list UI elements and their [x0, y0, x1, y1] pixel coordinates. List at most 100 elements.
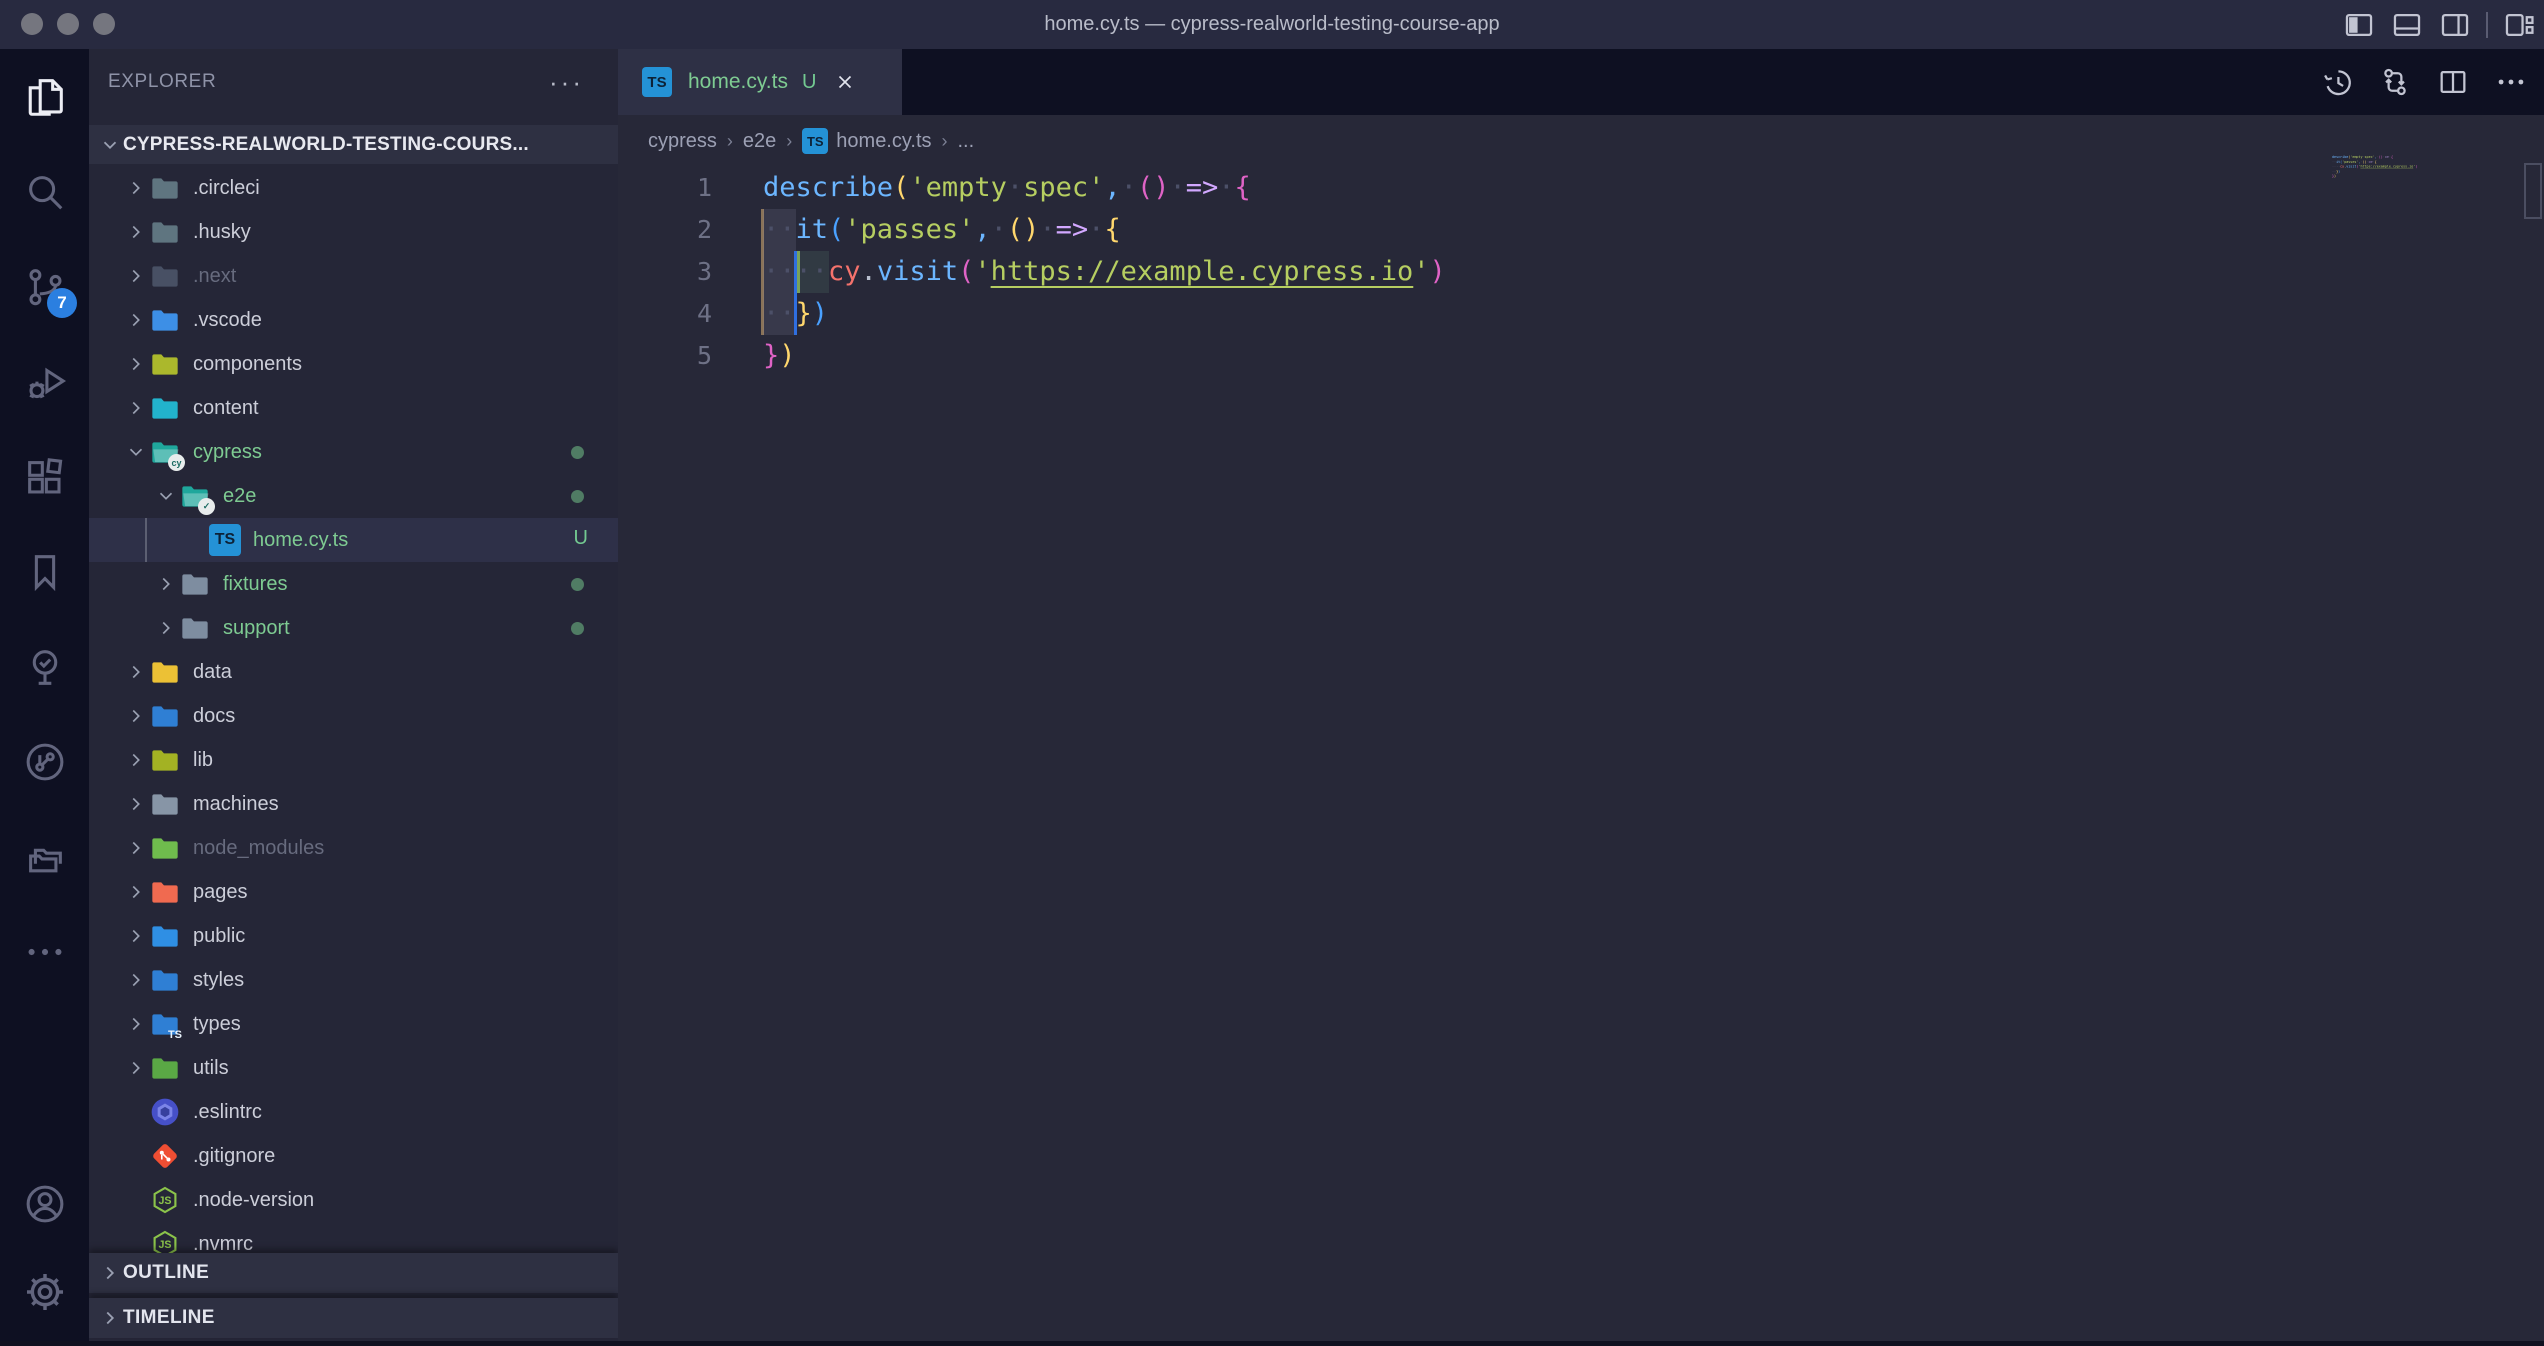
timeline-section-header[interactable]: TIMELINE — [89, 1298, 618, 1338]
tree-item-lib[interactable]: lib — [89, 738, 618, 782]
layout-customize-icon[interactable] — [2502, 8, 2536, 42]
breadcrumb-symbol[interactable]: ... — [958, 130, 975, 153]
chevron-right-icon[interactable] — [123, 307, 149, 333]
tree-item-data[interactable]: data — [89, 650, 618, 694]
tree-item-cypress[interactable]: cycypress — [89, 430, 618, 474]
more-actions-icon[interactable]: ··· — [549, 67, 584, 98]
chevron-right-icon — [97, 1305, 123, 1331]
minimap[interactable]: describe('empty·spec',·()·=>·{··it('pass… — [2332, 155, 2532, 235]
breadcrumb-folder[interactable]: cypress — [648, 130, 717, 153]
files-icon — [22, 74, 68, 120]
tree-item-node-version[interactable]: JS .node-version — [89, 1178, 618, 1222]
split-editor-icon[interactable] — [2436, 65, 2470, 99]
folder-icon — [149, 656, 181, 688]
tree-item-eslintrc[interactable]: .eslintrc — [89, 1090, 618, 1134]
more-actions-icon[interactable] — [2494, 65, 2528, 99]
activity-item-source-control[interactable]: 7 — [0, 239, 89, 334]
tree-item-node-modules[interactable]: node_modules — [89, 826, 618, 870]
code-editor[interactable]: 1describe('empty·spec',·()·=>·{2··it('pa… — [618, 167, 2544, 1346]
tree-item-components[interactable]: components — [89, 342, 618, 386]
activity-item-settings[interactable] — [0, 1248, 89, 1336]
history-icon[interactable] — [2320, 65, 2354, 99]
code-text: describe('empty·spec',·()·=>·{ — [712, 167, 1251, 209]
outline-section-header[interactable]: OUTLINE — [89, 1253, 618, 1293]
chevron-right-icon[interactable] — [123, 1055, 149, 1081]
activity-item-search[interactable] — [0, 144, 89, 239]
chevron-right-icon[interactable] — [123, 835, 149, 861]
window-controls — [21, 13, 115, 35]
tree-item-vscode[interactable]: .vscode — [89, 298, 618, 342]
activity-item-bookmarks[interactable] — [0, 524, 89, 619]
layout-panel-icon[interactable] — [2390, 8, 2424, 42]
chevron-right-icon[interactable] — [123, 923, 149, 949]
tree-item-home-cy-ts[interactable]: TShome.cy.tsU — [89, 518, 618, 562]
tree-item-support[interactable]: support — [89, 606, 618, 650]
chevron-right-icon[interactable] — [123, 395, 149, 421]
activity-item-run-and-debug[interactable] — [0, 334, 89, 429]
layout-secondary-sidebar-icon[interactable] — [2438, 8, 2472, 42]
timeline-label: TIMELINE — [123, 1307, 215, 1329]
tree-item-styles[interactable]: styles — [89, 958, 618, 1002]
tab-home-cy-ts[interactable]: TS home.cy.ts U — [618, 49, 902, 115]
chevron-right-icon[interactable] — [123, 967, 149, 993]
chevron-right-icon[interactable] — [123, 879, 149, 905]
chevron-right-icon[interactable] — [123, 1011, 149, 1037]
breadcrumb-folder[interactable]: e2e — [743, 130, 776, 153]
close-tab-icon[interactable] — [834, 71, 856, 93]
tree-item-pages[interactable]: pages — [89, 870, 618, 914]
folder-icon — [149, 744, 181, 776]
chevron-right-icon[interactable] — [153, 615, 179, 641]
tree-item-label: cypress — [193, 441, 262, 464]
tree-item-utils[interactable]: utils — [89, 1046, 618, 1090]
chevron-right-icon[interactable] — [123, 703, 149, 729]
tree-item-content[interactable]: content — [89, 386, 618, 430]
project-section-header[interactable]: CYPRESS-REALWORLD-TESTING-COURS... — [89, 125, 618, 164]
tree-item-public[interactable]: public — [89, 914, 618, 958]
git-modified-dot — [571, 446, 584, 459]
maximize-button[interactable] — [93, 13, 115, 35]
breadcrumb-file[interactable]: home.cy.ts — [836, 130, 931, 153]
tree-item-types[interactable]: TStypes — [89, 1002, 618, 1046]
activity-item-explorer[interactable] — [0, 49, 89, 144]
tree-item-e2e[interactable]: ✓e2e — [89, 474, 618, 518]
folder-icon — [149, 700, 181, 732]
compare-changes-icon[interactable] — [2378, 65, 2412, 99]
chevron-right-icon[interactable] — [123, 659, 149, 685]
activity-item-extensions[interactable] — [0, 429, 89, 524]
close-button[interactable] — [21, 13, 43, 35]
chevron-right-icon[interactable] — [123, 263, 149, 289]
activity-item-project-manager[interactable] — [0, 809, 89, 904]
svg-text:JS: JS — [158, 1195, 171, 1207]
chevron-right-icon[interactable] — [153, 571, 179, 597]
indent-guide — [145, 518, 147, 562]
tree-item-label: .gitignore — [193, 1145, 275, 1168]
tree-item-gitignore[interactable]: .gitignore — [89, 1134, 618, 1178]
chevron-right-icon[interactable] — [123, 351, 149, 377]
code-line-2[interactable]: 2··it('passes',·()·=>·{ — [618, 209, 2544, 251]
minimize-button[interactable] — [57, 13, 79, 35]
activity-item-accounts[interactable] — [0, 1160, 89, 1248]
tree-item-husky[interactable]: .husky — [89, 210, 618, 254]
typescript-file-icon: TS — [209, 524, 241, 556]
tree-item-machines[interactable]: machines — [89, 782, 618, 826]
tree-item-next[interactable]: .next — [89, 254, 618, 298]
tree-item-docs[interactable]: docs — [89, 694, 618, 738]
chevron-down-icon[interactable] — [153, 483, 179, 509]
chevron-right-icon[interactable] — [123, 175, 149, 201]
layout-sidebar-icon[interactable] — [2342, 8, 2376, 42]
tree-item-fixtures[interactable]: fixtures — [89, 562, 618, 606]
chevron-right-icon[interactable] — [123, 219, 149, 245]
code-line-1[interactable]: 1describe('empty·spec',·()·=>·{ — [618, 167, 2544, 209]
editor-actions — [2320, 49, 2528, 115]
activity-item-testing[interactable] — [0, 619, 89, 714]
activity-item-more-views[interactable] — [0, 904, 89, 999]
code-line-5[interactable]: 5}) — [618, 335, 2544, 377]
chevron-right-icon[interactable] — [123, 747, 149, 773]
chevron-down-icon[interactable] — [123, 439, 149, 465]
code-line-4[interactable]: 4··}) — [618, 293, 2544, 335]
code-line-3[interactable]: 3····cy.visit('https://example.cypress.i… — [618, 251, 2544, 293]
activity-item-git-graph[interactable] — [0, 714, 89, 809]
tree-item-label: .node-version — [193, 1189, 314, 1212]
chevron-right-icon[interactable] — [123, 791, 149, 817]
tree-item-circleci[interactable]: .circleci — [89, 166, 618, 210]
